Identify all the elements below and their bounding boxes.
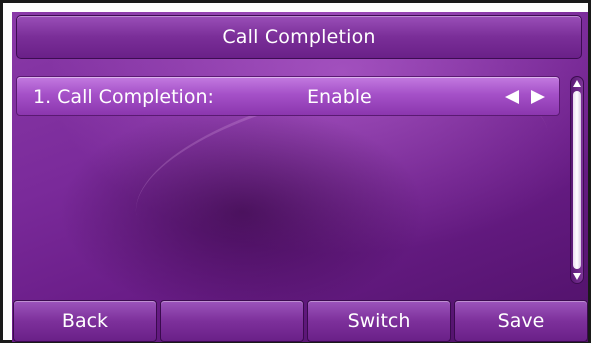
setting-label: 1. Call Completion:: [33, 86, 214, 108]
back-softkey[interactable]: Back: [13, 300, 157, 342]
scrollbar[interactable]: [570, 76, 584, 284]
scrollbar-thumb[interactable]: [573, 91, 581, 269]
save-softkey[interactable]: Save: [454, 300, 588, 342]
phone-display-frame: Call Completion 1. Call Completion: Enab…: [0, 0, 591, 343]
arrow-left-icon[interactable]: [503, 88, 521, 106]
switch-softkey[interactable]: Switch: [307, 300, 451, 342]
setting-row-call-completion[interactable]: 1. Call Completion: Enable: [16, 76, 560, 116]
arrow-right-icon[interactable]: [529, 88, 547, 106]
softkey-bar: Back Switch Save: [12, 300, 588, 342]
scroll-up-icon[interactable]: [572, 79, 582, 89]
empty-softkey[interactable]: [160, 300, 304, 342]
page-title: Call Completion: [222, 26, 376, 48]
scroll-down-icon[interactable]: [572, 271, 582, 281]
title-bar: Call Completion: [16, 15, 582, 59]
phone-screen: Call Completion 1. Call Completion: Enab…: [12, 12, 588, 342]
setting-value[interactable]: Enable: [307, 86, 372, 108]
